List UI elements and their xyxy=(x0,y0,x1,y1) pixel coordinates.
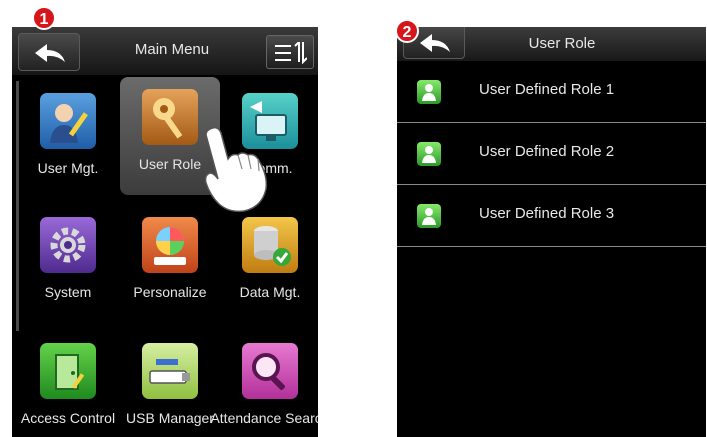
role-list-item-2[interactable]: User Defined Role 2 xyxy=(397,123,706,185)
user-role-icon xyxy=(417,142,441,166)
door-icon xyxy=(40,343,96,399)
menu-item-personalize[interactable]: Personalize xyxy=(120,205,220,323)
database-icon xyxy=(242,217,298,273)
back-arrow-icon xyxy=(420,34,450,52)
menu-item-label: Data Mgt. xyxy=(239,284,301,300)
usb-drive-icon xyxy=(142,343,198,399)
menu-item-label: Attendance Search xyxy=(210,410,318,426)
menu-item-user-mgt[interactable]: User Mgt. xyxy=(18,81,118,199)
color-wheel-icon xyxy=(142,217,198,273)
magnifier-icon xyxy=(242,343,298,399)
user-role-icon xyxy=(417,204,441,228)
back-arrow-icon xyxy=(35,44,65,62)
page-title: User Role xyxy=(528,35,596,52)
user-role-icon xyxy=(417,80,441,104)
menu-item-usb-manager[interactable]: USB Manager xyxy=(120,331,220,437)
role-list-item-3[interactable]: User Defined Role 3 xyxy=(397,185,706,247)
main-menu-screen: Main Menu User Mgt. User Role Comm. Syst… xyxy=(12,27,318,437)
role-list-item-1[interactable]: User Defined Role 1 xyxy=(397,61,706,123)
gear-icon xyxy=(40,217,96,273)
menu-item-system[interactable]: System xyxy=(18,205,118,323)
list-sort-icon xyxy=(275,42,307,64)
back-button[interactable] xyxy=(18,33,80,71)
user-role-screen: User Role User Defined Role 1 User Defin… xyxy=(397,27,706,437)
role-label: User Defined Role 2 xyxy=(479,143,615,160)
pointing-hand-icon xyxy=(204,126,268,213)
step-badge-1: 1 xyxy=(32,6,56,30)
page-title: Main Menu xyxy=(134,41,210,58)
step-badge-2: 2 xyxy=(395,19,419,43)
menu-item-access-control[interactable]: Access Control xyxy=(18,331,118,437)
sort-menu-button[interactable] xyxy=(266,35,314,69)
main-menu-header: Main Menu xyxy=(12,27,318,75)
menu-item-attendance-search[interactable]: Attendance Search xyxy=(210,331,318,437)
menu-item-data-mgt[interactable]: Data Mgt. xyxy=(220,205,318,323)
role-label: User Defined Role 1 xyxy=(479,81,615,98)
user-management-icon xyxy=(40,93,96,149)
role-label: User Defined Role 3 xyxy=(479,205,615,222)
user-role-header: User Role xyxy=(397,27,706,61)
